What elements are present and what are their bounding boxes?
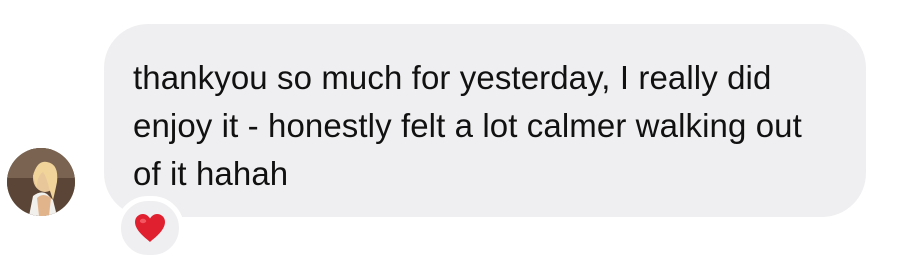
red-heart-icon [135, 214, 165, 242]
message-bubble[interactable]: thankyou so much for yesterday, I really… [104, 24, 866, 217]
reaction-badge[interactable] [116, 196, 184, 260]
profile-photo [7, 148, 75, 216]
message-text: thankyou so much for yesterday, I really… [133, 59, 802, 192]
avatar[interactable] [7, 148, 75, 216]
